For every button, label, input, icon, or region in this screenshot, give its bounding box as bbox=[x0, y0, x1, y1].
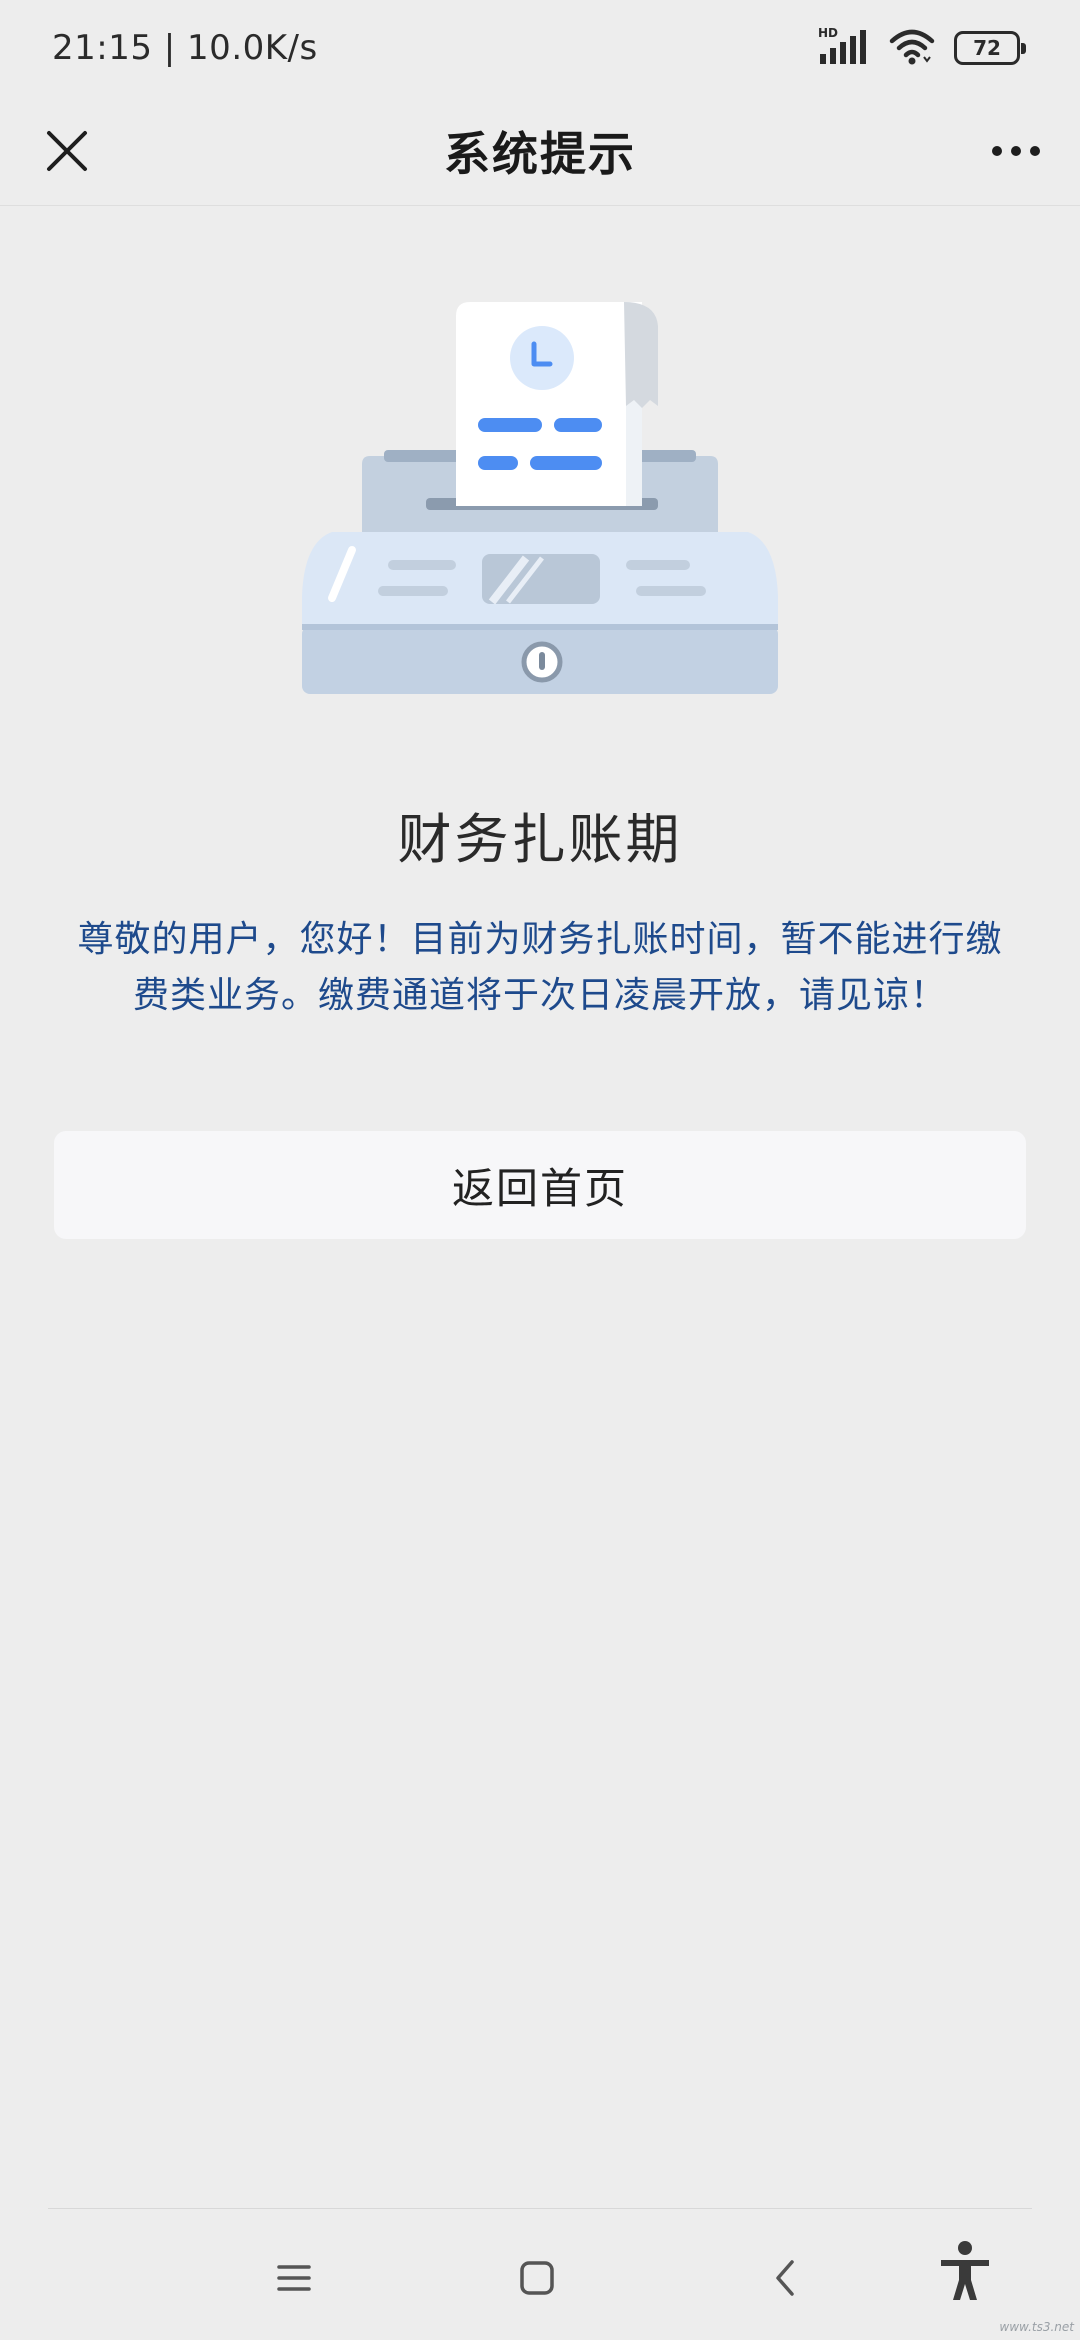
menu-icon bbox=[277, 2265, 311, 2291]
wifi-icon bbox=[888, 27, 936, 69]
more-button[interactable] bbox=[976, 114, 1056, 188]
menu-button[interactable] bbox=[259, 2248, 329, 2308]
close-icon bbox=[47, 131, 87, 171]
page-title: 系统提示 bbox=[444, 126, 636, 181]
home-nav-button[interactable] bbox=[502, 2248, 572, 2308]
accessibility-icon bbox=[941, 2241, 989, 2300]
network-badge: HD bbox=[818, 26, 838, 40]
nav-bar: 系统提示 bbox=[0, 96, 1080, 206]
battery-icon: 72 bbox=[954, 31, 1026, 65]
battery-level: 72 bbox=[973, 36, 1001, 60]
signal-icon: HD bbox=[818, 26, 870, 70]
close-button[interactable] bbox=[30, 114, 104, 188]
status-icons: HD 72 bbox=[818, 26, 1026, 70]
receipt-printer-illustration bbox=[296, 296, 784, 700]
status-bar: 21:15 | 10.0K/s HD 72 bbox=[0, 0, 1080, 96]
return-home-button[interactable]: 返回首页 bbox=[54, 1131, 1026, 1239]
more-icon bbox=[992, 146, 1002, 156]
watermark: www.ts3.net bbox=[999, 2320, 1074, 2334]
back-nav-button[interactable] bbox=[750, 2248, 820, 2308]
accessibility-button[interactable] bbox=[930, 2236, 1000, 2306]
bottom-divider bbox=[48, 2208, 1032, 2209]
notice-message: 尊敬的用户，您好！目前为财务扎账时间，暂不能进行缴费类业务。缴费通道将于次日凌晨… bbox=[77, 919, 1003, 1016]
status-time-speed: 21:15 | 10.0K/s bbox=[52, 28, 318, 68]
system-navigation-bar bbox=[0, 2220, 1080, 2332]
home-icon bbox=[520, 2261, 554, 2295]
back-icon bbox=[776, 2260, 794, 2296]
page-heading: 财务扎账期 bbox=[397, 808, 683, 871]
